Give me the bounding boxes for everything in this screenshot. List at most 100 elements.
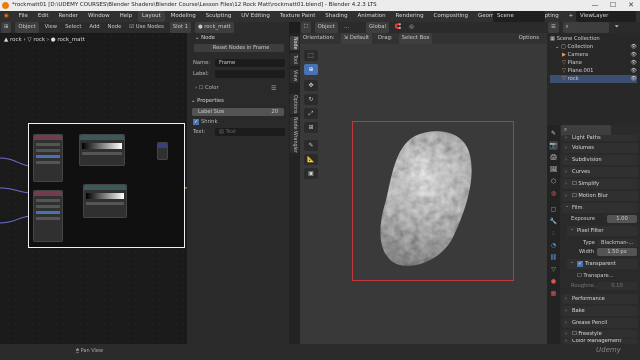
- workspace-tab-rendering[interactable]: Rendering: [392, 11, 428, 22]
- section-grease-pencil[interactable]: Grease Pencil: [562, 318, 638, 328]
- menu-select[interactable]: Select: [62, 22, 84, 33]
- tab-node[interactable]: Node: [290, 36, 299, 50]
- visibility-eye-icon[interactable]: 👁: [630, 43, 637, 51]
- tool-tab-icon[interactable]: ✎: [549, 129, 558, 138]
- view-layer-tab-icon[interactable]: 🖼: [549, 165, 558, 174]
- render-tab-icon[interactable]: 📷: [549, 141, 558, 150]
- visibility-eye-icon[interactable]: 👁: [630, 59, 637, 67]
- scale-tool-icon[interactable]: ⤢: [304, 108, 318, 119]
- viewport-editor-type-button[interactable]: ⛶: [301, 22, 311, 33]
- workspace-tab-uv-editing[interactable]: UV Editing: [237, 11, 274, 22]
- menu-edit[interactable]: Edit: [34, 11, 53, 22]
- slot-dropdown[interactable]: Slot 1: [169, 22, 192, 33]
- section-pixel-filter[interactable]: Pixel Filter: [567, 224, 638, 236]
- tab-options[interactable]: Options: [290, 94, 299, 114]
- visibility-eye-icon[interactable]: 👁: [630, 67, 637, 75]
- transparent-glass-checkbox[interactable]: ☐ Transpare...: [577, 272, 614, 280]
- section-light-paths[interactable]: Light Paths: [562, 135, 638, 141]
- material-tab-icon[interactable]: ●: [549, 277, 558, 286]
- section-simplify[interactable]: ☐ Simplify: [562, 179, 638, 189]
- exposure-field[interactable]: 1.00: [607, 215, 637, 223]
- breadcrumb-item-0[interactable]: rock: [10, 37, 22, 43]
- visibility-eye-icon[interactable]: 👁: [630, 75, 637, 83]
- scene-collection-row[interactable]: ▦ Scene Collection: [550, 35, 637, 43]
- particles-tab-icon[interactable]: ∴: [549, 229, 558, 238]
- reset-nodes-in-frame-button[interactable]: Reset Nodes in Frame: [194, 44, 284, 52]
- close-window-button[interactable]: ✕: [622, 0, 640, 11]
- maximize-button[interactable]: ☐: [604, 0, 622, 11]
- menu-view[interactable]: View: [42, 22, 61, 33]
- color-subsection[interactable]: › ☐ Color: [195, 84, 219, 93]
- color-ramp-gradient[interactable]: [86, 193, 124, 199]
- menu-window[interactable]: Window: [84, 11, 114, 22]
- breadcrumb-item-2[interactable]: rock_matt: [57, 37, 85, 43]
- node-editor-canvas[interactable]: ▲ rock › ▽ rock › ● rock_matt: [0, 33, 248, 344]
- menu-render[interactable]: Render: [54, 11, 82, 22]
- editor-type-button[interactable]: ⊞: [1, 22, 12, 33]
- transform-orientation-dropdown[interactable]: Global: [366, 22, 389, 33]
- material-selector[interactable]: ● rock_matt: [194, 22, 234, 33]
- scene-selector[interactable]: Scene: [493, 11, 545, 22]
- label-size-slider[interactable]: Label Size 20: [192, 108, 284, 116]
- object-mode-dropdown[interactable]: Object: [314, 22, 338, 33]
- cursor-tool-icon[interactable]: ⊕: [304, 64, 318, 75]
- label-field[interactable]: [215, 70, 285, 78]
- node-noise-texture-2[interactable]: [33, 190, 63, 242]
- section-motion-blur[interactable]: ☐ Motion Blur: [562, 191, 638, 201]
- physics-tab-icon[interactable]: ◔: [549, 241, 558, 250]
- shrink-checkbox[interactable]: ✓ Shrink: [193, 118, 217, 127]
- section-bake[interactable]: Bake: [562, 306, 638, 316]
- select-box-tool-icon[interactable]: ⬚: [304, 50, 318, 61]
- rotate-tool-icon[interactable]: ↻: [304, 94, 318, 105]
- section-node-header[interactable]: ⌄ Node: [187, 33, 289, 43]
- menu-add[interactable]: Add: [86, 22, 102, 33]
- section-properties-header[interactable]: ⌄ Properties: [187, 96, 224, 106]
- viewport-menus-ellipsis[interactable]: …: [341, 22, 352, 33]
- node-reroute-mix[interactable]: [157, 142, 168, 160]
- snapping-icon[interactable]: 🧲: [392, 22, 405, 33]
- text-field[interactable]: ▤ Text: [215, 128, 285, 136]
- section-freestyle[interactable]: ☐ Freestyle: [562, 330, 638, 338]
- section-film[interactable]: Film: [562, 201, 638, 213]
- name-field[interactable]: Frame: [215, 59, 285, 67]
- outliner-row-camera[interactable]: ▶ Camera 👁: [550, 51, 637, 59]
- workspace-tab-compositing[interactable]: Compositing: [430, 11, 472, 22]
- data-tab-icon[interactable]: ▽: [549, 265, 558, 274]
- outliner-row-collection[interactable]: ⌄ ▢ Collection 👁: [550, 43, 637, 51]
- outliner-editor-icon[interactable]: ☰: [548, 22, 559, 33]
- annotate-tool-icon[interactable]: ✎: [304, 140, 318, 151]
- section-subdivision[interactable]: Subdivision: [562, 155, 638, 165]
- menu-node[interactable]: Node: [105, 22, 125, 33]
- selected-frame-node[interactable]: [28, 123, 185, 248]
- scene-tab-icon[interactable]: ⬡: [549, 177, 558, 186]
- workspace-tab-shading[interactable]: Shading: [321, 11, 351, 22]
- workspace-tab-animation[interactable]: Animation: [354, 11, 390, 22]
- visibility-eye-icon[interactable]: 👁: [630, 51, 637, 59]
- workspace-tab-sculpting[interactable]: Sculpting: [202, 11, 236, 22]
- output-tab-icon[interactable]: 🖨: [549, 153, 558, 162]
- workspace-tab-layout[interactable]: Layout: [138, 11, 165, 22]
- type-dropdown[interactable]: Blackman-...: [597, 239, 637, 247]
- blender-menu-icon[interactable]: ◉: [0, 11, 13, 22]
- tab-view[interactable]: View: [290, 69, 299, 83]
- drag-dropdown[interactable]: Select Box: [398, 33, 433, 44]
- outliner-row-plane-001[interactable]: ▽ Plane.001 👁: [550, 67, 637, 75]
- tab-node-wrangler[interactable]: Node Wrangler: [290, 117, 299, 153]
- roughness-field[interactable]: 0.10: [597, 282, 637, 290]
- menu-help[interactable]: Help: [116, 11, 137, 22]
- texture-tab-icon[interactable]: ▦: [549, 289, 558, 298]
- node-noise-texture-1[interactable]: [33, 134, 63, 182]
- node-color-ramp-2[interactable]: [83, 184, 127, 218]
- outliner-row-plane[interactable]: ▽ Plane 👁: [550, 59, 637, 67]
- shader-mode-dropdown[interactable]: Object: [15, 22, 39, 33]
- section-volumes[interactable]: Volumes: [562, 143, 638, 153]
- outliner-row-rock[interactable]: ▽ rock 👁: [550, 75, 637, 83]
- menu-file[interactable]: File: [15, 11, 32, 22]
- object-tab-icon[interactable]: ▢: [549, 205, 558, 214]
- world-tab-icon[interactable]: ◍: [549, 189, 558, 198]
- constraints-tab-icon[interactable]: ⛓: [549, 253, 558, 262]
- color-ramp-gradient[interactable]: [82, 143, 122, 149]
- rock-object[interactable]: [353, 122, 513, 280]
- breadcrumb-item-1[interactable]: rock: [33, 37, 45, 43]
- outliner-search-input[interactable]: ⌕: [562, 22, 609, 33]
